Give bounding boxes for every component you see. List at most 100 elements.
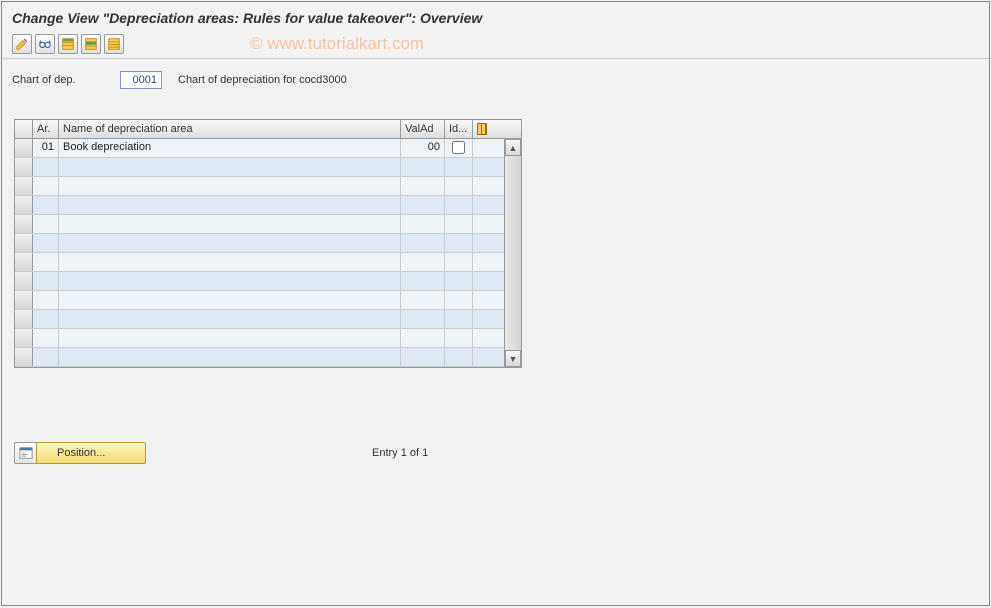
row-selector[interactable]	[15, 234, 33, 252]
chart-of-dep-input[interactable]	[120, 71, 162, 89]
table-config-button[interactable]	[473, 120, 491, 138]
table-row[interactable]: 01Book depreciation00	[15, 139, 504, 158]
table-row[interactable]	[15, 215, 504, 234]
position-button[interactable]: Position...	[36, 442, 146, 464]
table-row[interactable]	[15, 196, 504, 215]
cell-id[interactable]	[445, 272, 473, 290]
row-selector[interactable]	[15, 196, 33, 214]
glasses-icon[interactable]	[35, 34, 55, 54]
id-checkbox[interactable]	[452, 141, 465, 154]
cell-ar[interactable]	[33, 310, 59, 328]
cell-valad[interactable]: 00	[401, 139, 445, 157]
select-block-icon[interactable]	[81, 34, 101, 54]
table-row[interactable]	[15, 253, 504, 272]
row-selector[interactable]	[15, 329, 33, 347]
position-icon-button[interactable]	[14, 442, 36, 464]
cell-id[interactable]	[445, 139, 473, 157]
chart-of-dep-label: Chart of dep.	[12, 74, 112, 86]
cell-id[interactable]	[445, 215, 473, 233]
cell-id[interactable]	[445, 177, 473, 195]
cell-id[interactable]	[445, 196, 473, 214]
deselect-all-icon[interactable]	[104, 34, 124, 54]
cell-valad[interactable]	[401, 215, 445, 233]
cell-name[interactable]	[59, 177, 401, 195]
table-header: Ar. Name of depreciation area ValAd Id..…	[15, 120, 521, 139]
table-row[interactable]	[15, 348, 504, 367]
depreciation-table: Ar. Name of depreciation area ValAd Id..…	[14, 119, 522, 368]
cell-ar[interactable]	[33, 253, 59, 271]
cell-id[interactable]	[445, 234, 473, 252]
scroll-up-button[interactable]: ▲	[505, 139, 521, 156]
row-selector[interactable]	[15, 291, 33, 309]
cell-valad[interactable]	[401, 177, 445, 195]
select-all-icon[interactable]	[58, 34, 78, 54]
cell-name[interactable]	[59, 272, 401, 290]
cell-id[interactable]	[445, 291, 473, 309]
table-row[interactable]	[15, 234, 504, 253]
cell-valad[interactable]	[401, 291, 445, 309]
cell-ar[interactable]	[33, 329, 59, 347]
cell-ar[interactable]	[33, 272, 59, 290]
table-row[interactable]	[15, 310, 504, 329]
cell-ar[interactable]: 01	[33, 139, 59, 157]
cell-valad[interactable]	[401, 329, 445, 347]
table-row[interactable]	[15, 177, 504, 196]
cell-name[interactable]	[59, 215, 401, 233]
row-selector[interactable]	[15, 348, 33, 366]
cell-ar[interactable]	[33, 234, 59, 252]
cell-ar[interactable]	[33, 291, 59, 309]
row-selector[interactable]	[15, 253, 33, 271]
col-header-id[interactable]: Id...	[445, 120, 473, 138]
cell-valad[interactable]	[401, 348, 445, 366]
cell-id[interactable]	[445, 253, 473, 271]
cell-ar[interactable]	[33, 158, 59, 176]
toolbar	[2, 30, 989, 59]
table-config-icon	[477, 123, 487, 135]
cell-name[interactable]	[59, 310, 401, 328]
cell-valad[interactable]	[401, 310, 445, 328]
cell-name[interactable]	[59, 253, 401, 271]
cell-ar[interactable]	[33, 196, 59, 214]
scroll-down-button[interactable]: ▼	[505, 350, 521, 367]
cell-name[interactable]	[59, 329, 401, 347]
chart-of-dep-desc: Chart of depreciation for cocd3000	[178, 74, 347, 86]
cell-name[interactable]: Book depreciation	[59, 139, 401, 157]
vertical-scrollbar[interactable]: ▲▼	[504, 139, 521, 367]
col-header-ar[interactable]: Ar.	[33, 120, 59, 138]
table-row[interactable]	[15, 291, 504, 310]
cell-id[interactable]	[445, 348, 473, 366]
row-selector[interactable]	[15, 158, 33, 176]
chart-of-dep-row: Chart of dep. Chart of depreciation for …	[12, 71, 979, 89]
row-selector[interactable]	[15, 310, 33, 328]
cell-ar[interactable]	[33, 215, 59, 233]
cell-id[interactable]	[445, 310, 473, 328]
scroll-track[interactable]	[505, 156, 521, 350]
row-selector[interactable]	[15, 272, 33, 290]
table-row[interactable]	[15, 329, 504, 348]
cell-id[interactable]	[445, 329, 473, 347]
cell-valad[interactable]	[401, 253, 445, 271]
pencil-icon[interactable]	[12, 34, 32, 54]
cell-name[interactable]	[59, 291, 401, 309]
table-row[interactable]	[15, 158, 504, 177]
cell-ar[interactable]	[33, 177, 59, 195]
cell-valad[interactable]	[401, 196, 445, 214]
table-row[interactable]	[15, 272, 504, 291]
cell-valad[interactable]	[401, 234, 445, 252]
cell-name[interactable]	[59, 196, 401, 214]
cell-valad[interactable]	[401, 272, 445, 290]
cell-name[interactable]	[59, 348, 401, 366]
cell-name[interactable]	[59, 234, 401, 252]
row-selector[interactable]	[15, 215, 33, 233]
col-header-valad[interactable]: ValAd	[401, 120, 445, 138]
row-selector[interactable]	[15, 139, 33, 157]
row-selector[interactable]	[15, 177, 33, 195]
cell-id[interactable]	[445, 158, 473, 176]
row-selector-header[interactable]	[15, 120, 33, 138]
cell-name[interactable]	[59, 158, 401, 176]
col-header-name[interactable]: Name of depreciation area	[59, 120, 401, 138]
entry-count-label: Entry 1 of 1	[372, 447, 428, 459]
cell-valad[interactable]	[401, 158, 445, 176]
page-title: Change View "Depreciation areas: Rules f…	[2, 2, 989, 30]
cell-ar[interactable]	[33, 348, 59, 366]
